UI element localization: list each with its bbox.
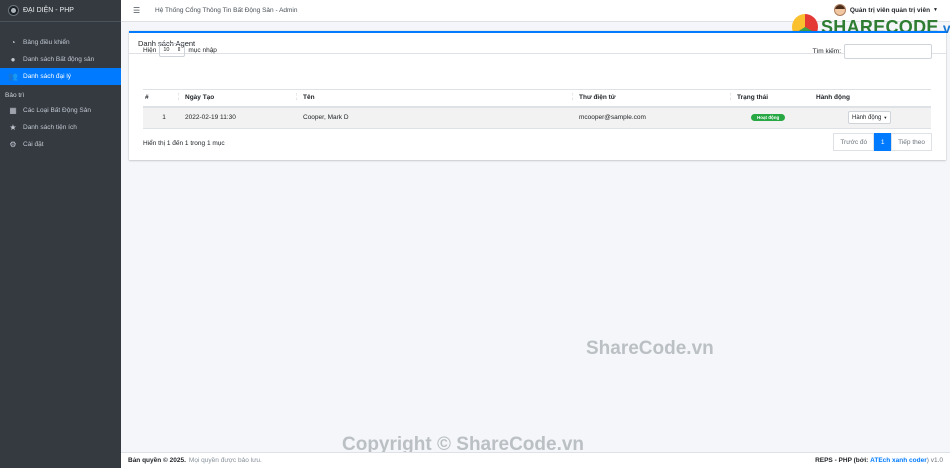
column-header-label: Ngày Tạo bbox=[185, 94, 215, 102]
action-dropdown-button[interactable]: Hành động ▼ bbox=[848, 111, 892, 125]
pagination: Trước đó 1 Tiếp theo bbox=[833, 133, 932, 151]
column-header-index[interactable]: # ↑ ↓ bbox=[143, 89, 183, 108]
entries-length-control: Hiện 10 ⇕ mục nhập bbox=[143, 43, 217, 57]
footer: Bản quyền © 2025. Mọi quyền được bảo lưu… bbox=[121, 452, 950, 468]
search-label: Tìm kiếm: bbox=[812, 48, 841, 55]
table-row: 1 2022-02-19 11:30 Cooper, Mark D mcoope… bbox=[143, 106, 931, 129]
table-icon: ▦ bbox=[9, 106, 17, 115]
map-marker-icon: ● bbox=[10, 55, 16, 64]
column-header-label: Thư điện tử bbox=[579, 94, 616, 102]
sidebar-nav: ◔ Bảng điều khiển ● Danh sách Bất động s… bbox=[0, 22, 121, 153]
cell-name: Cooper, Mark D bbox=[301, 106, 577, 129]
sidebar-item-properties[interactable]: ● Danh sách Bất động sản bbox=[0, 51, 121, 68]
sidebar-item-property-types[interactable]: ▦ Các Loại Bất Động Sản bbox=[0, 102, 121, 119]
sidebar-header-maintenance: Bảo trì bbox=[5, 91, 25, 99]
page-title: Hệ Thống Cổng Thông Tin Bất Động Sản - A… bbox=[155, 7, 298, 14]
footer-author-link[interactable]: ATEch xanh coder bbox=[870, 457, 927, 464]
table-info: Hiển thị 1 đến 1 trong 1 mục bbox=[143, 140, 225, 147]
sidebar-item-label: Danh sách Bất động sản bbox=[23, 56, 95, 63]
cell-action: Hành động ▼ bbox=[814, 106, 931, 129]
footer-rights: Mọi quyền được bảo lưu. bbox=[188, 457, 262, 464]
watermark-center-text: ShareCode.vn bbox=[586, 338, 714, 359]
footer-credit-prefix: REPS - PHP (bởi: bbox=[815, 457, 869, 464]
chevron-down-icon: ▼ bbox=[933, 7, 938, 13]
sort-icon: ↑ ↓ bbox=[177, 92, 181, 102]
sidebar-item-dashboard[interactable]: ◔ Bảng điều khiển bbox=[0, 34, 121, 51]
cogs-icon: ⚙ bbox=[9, 140, 17, 149]
star-icon: ★ bbox=[9, 123, 17, 132]
sidebar-item-label: Các Loại Bất Động Sản bbox=[23, 107, 91, 114]
cell-index: 1 bbox=[143, 106, 183, 129]
pagination-prev-button[interactable]: Trước đó bbox=[833, 133, 875, 151]
column-header-label: # bbox=[145, 94, 149, 102]
column-header-label: Trạng thái bbox=[737, 94, 769, 102]
sidebar-item-agents[interactable]: 👥 Danh sách đại lý bbox=[0, 68, 121, 85]
column-header-created[interactable]: Ngày Tạo ↑ ↓ bbox=[183, 89, 301, 108]
brand-name: ĐẠI DIỆN - PHP bbox=[23, 7, 74, 14]
pagination-next-button[interactable]: Tiếp theo bbox=[891, 133, 932, 151]
footer-credit-suffix: ) v1.0 bbox=[926, 457, 943, 464]
cell-created: 2022-02-19 11:30 bbox=[183, 106, 301, 129]
column-header-name[interactable]: Tên ↑ ↓ bbox=[301, 89, 577, 108]
pagination-page-button[interactable]: 1 bbox=[874, 133, 892, 151]
footer-copyright: Bản quyền © 2025. bbox=[128, 457, 186, 464]
footer-credit: REPS - PHP (bởi: ATEch xanh coder) v1.0 bbox=[815, 457, 943, 464]
column-header-action: Hành động bbox=[814, 89, 931, 108]
column-header-status: Trạng thái bbox=[735, 89, 814, 108]
search-input[interactable] bbox=[844, 44, 932, 59]
sidebar-item-label: Danh sách đại lý bbox=[23, 73, 72, 80]
cell-status: Hoạt động bbox=[735, 106, 814, 129]
action-button-label: Hành động bbox=[852, 114, 882, 121]
brand-logo-icon bbox=[8, 5, 19, 16]
status-badge: Hoạt động bbox=[751, 114, 786, 122]
cell-email: mcooper@sample.com bbox=[577, 106, 735, 129]
caret-down-icon: ▼ bbox=[883, 115, 888, 121]
sort-icon: ↑ ↓ bbox=[729, 92, 733, 102]
length-suffix: mục nhập bbox=[188, 46, 217, 54]
sort-icon: ↑ ↓ bbox=[295, 92, 299, 102]
length-value: 10 bbox=[163, 47, 170, 53]
brand-link[interactable]: ĐẠI DIỆN - PHP bbox=[0, 0, 121, 22]
sidebar-item-label: Danh sách tiện ích bbox=[23, 124, 77, 131]
agent-list-card: Danh sách Agent Hiện 10 ⇕ mục nhập Tìm k… bbox=[129, 31, 946, 160]
sidebar-item-label: Bảng điều khiển bbox=[23, 39, 70, 46]
users-icon: 👥 bbox=[8, 72, 18, 81]
table-search: Tìm kiếm: bbox=[812, 44, 932, 59]
user-name: Quản trị viên quản trị viên bbox=[849, 6, 931, 14]
sidebar-item-settings[interactable]: ⚙ Cài đặt bbox=[0, 136, 121, 153]
tachometer-icon: ◔ bbox=[10, 38, 16, 47]
sort-icon: ↑ ↓ bbox=[571, 92, 575, 102]
hamburger-menu-icon[interactable]: ☰ bbox=[133, 6, 140, 15]
sidebar: ĐẠI DIỆN - PHP ◔ Bảng điều khiển ● Danh … bbox=[0, 0, 121, 468]
column-header-label: Tên bbox=[303, 94, 315, 102]
sidebar-item-amenities[interactable]: ★ Danh sách tiện ích bbox=[0, 119, 121, 136]
length-prefix: Hiện bbox=[143, 46, 157, 54]
agent-table: # ↑ ↓ Ngày Tạo ↑ ↓ Tên ↑ ↓ Thư điện tử ↑ ↓ Trạng… bbox=[143, 89, 931, 129]
length-select[interactable]: 10 ⇕ bbox=[159, 43, 186, 57]
sidebar-item-label: Cài đặt bbox=[23, 141, 44, 148]
column-header-email[interactable]: Thư điện tử ↑ ↓ bbox=[577, 89, 735, 108]
select-arrows-icon: ⇕ bbox=[176, 47, 182, 53]
column-header-label: Hành động bbox=[816, 94, 850, 102]
